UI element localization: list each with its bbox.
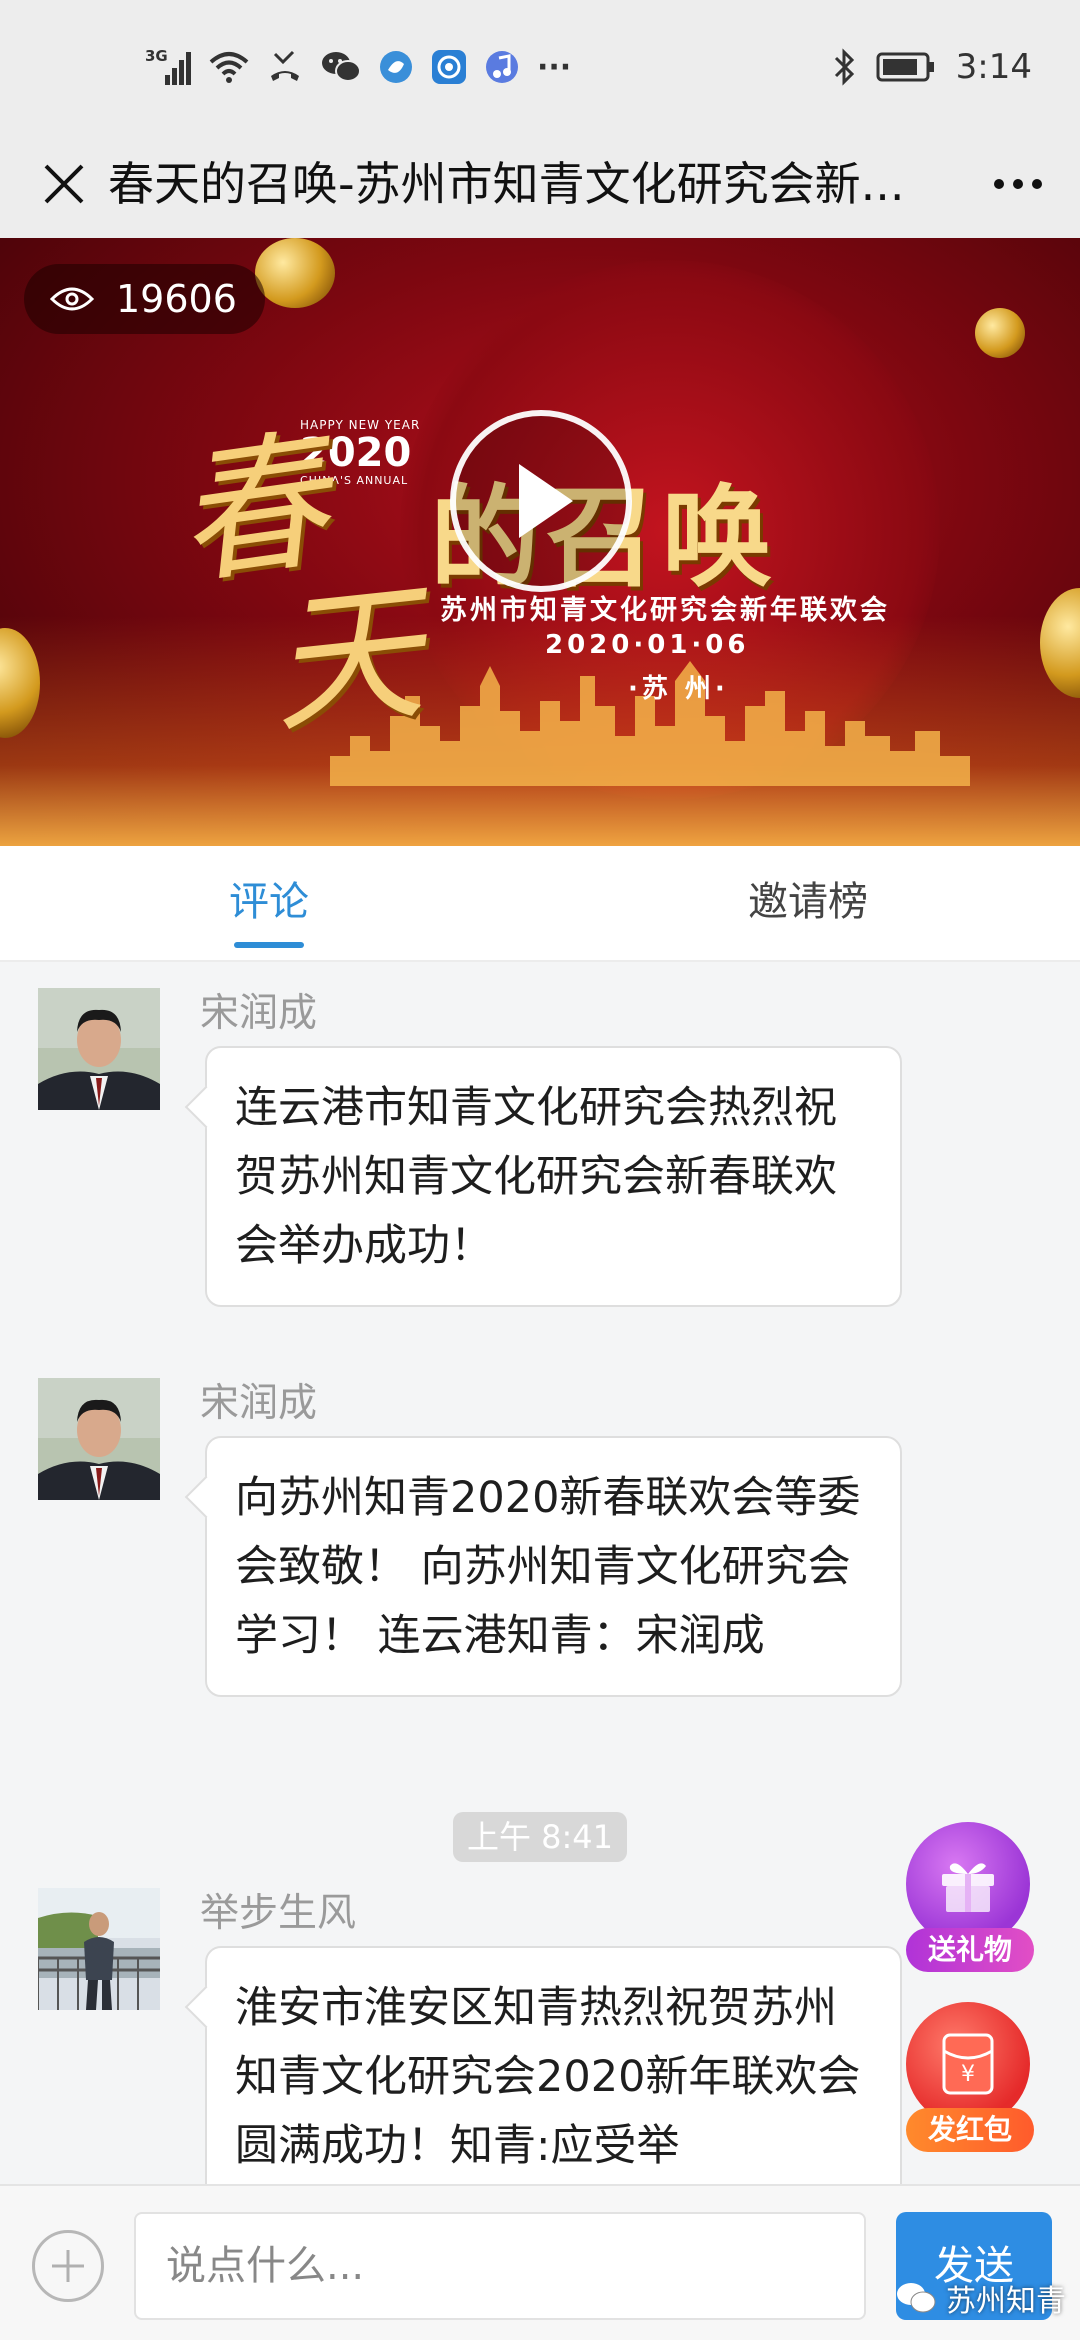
commenter-name: 宋润成 (200, 991, 318, 1036)
tab-invite-ranking[interactable]: 邀请榜 (748, 846, 868, 962)
plus-icon (52, 2250, 84, 2282)
poster-lantern (255, 238, 335, 308)
status-bar: 3G ··· 3:14 (0, 0, 1080, 130)
account-watermark: 苏州知青 (896, 2276, 1066, 2320)
play-icon (519, 464, 573, 538)
comment-item: 宋润成 连云港市知青文化研究会热烈祝贺苏州知青文化研究会新春联欢会举办成功！ (0, 962, 1080, 1342)
title-bar: 春天的召唤-苏州市知青文化研究会新... (0, 130, 1080, 238)
gift-label: 送礼物 (906, 1928, 1034, 1972)
comment-input-bar: 说点什么... 发送 苏州知青 (0, 2184, 1080, 2340)
red-packet-symbol: ¥ (961, 2062, 975, 2087)
view-count: 19606 (116, 277, 237, 321)
wifi-icon (209, 52, 249, 83)
watermark-text: 苏州知青 (946, 2284, 1066, 2319)
poster-lantern (975, 308, 1025, 358)
more-icon-dot (994, 179, 1004, 189)
comment-bubble: 向苏州知青2020新春联欢会等委会致敬！ 向苏州知青文化研究会学习！ 连云港知青… (205, 1436, 902, 1697)
add-button[interactable] (32, 2230, 104, 2302)
comment-item: 宋润成 向苏州知青2020新春联欢会等委会致敬！ 向苏州知青文化研究会学习！ 连… (0, 1352, 1080, 1822)
eye-icon (50, 287, 94, 311)
poster-date: 2020·01·06 (545, 630, 750, 660)
status-right: 3:14 (832, 42, 1032, 92)
signal-icon: 3G (145, 47, 191, 87)
clock: 3:14 (955, 47, 1032, 87)
comment-feed[interactable]: 宋润成 连云港市知青文化研究会热烈祝贺苏州知青文化研究会新春联欢会举办成功！ 宋… (0, 962, 1080, 2184)
tab-bar: 评论 邀请榜 (0, 846, 1080, 962)
wechat-icon (322, 52, 361, 82)
red-packet-label: 发红包 (906, 2108, 1034, 2152)
poster-char-tian: 天 (262, 565, 431, 755)
avatar[interactable] (38, 1378, 160, 1500)
more-notifications-icon: ··· (537, 49, 572, 85)
comment-input[interactable]: 说点什么... (134, 2212, 866, 2320)
play-button[interactable] (450, 410, 632, 592)
close-button[interactable] (30, 150, 98, 218)
avatar[interactable] (38, 988, 160, 1110)
avatar[interactable] (38, 1888, 160, 2010)
page-title: 春天的召唤-苏州市知青文化研究会新... (108, 157, 905, 211)
poster-city: ·苏 州· (628, 674, 729, 704)
missed-call-icon (271, 50, 299, 81)
more-icon-dot (1032, 179, 1042, 189)
music-icon (486, 51, 518, 83)
more-button[interactable] (984, 150, 1052, 218)
battery-icon (876, 52, 934, 82)
commenter-name: 宋润成 (200, 1381, 318, 1426)
comment-bubble: 连云港市知青文化研究会热烈祝贺苏州知青文化研究会新春联欢会举办成功！ (205, 1046, 902, 1307)
comment-bubble: 淮安市淮安区知青热烈祝贺苏州知青文化研究会2020新年联欢会圆满成功！知青:应受… (205, 1946, 902, 2184)
commenter-name: 举步生风 (200, 1891, 357, 1936)
send-red-packet-button[interactable]: ¥ 发红包 (906, 2002, 1034, 2152)
tab-active-indicator (234, 942, 304, 948)
poster-subtitle: 苏州市知青文化研究会新年联欢会 (440, 595, 890, 626)
app-icon-blue (380, 51, 412, 83)
status-left: 3G ··· (145, 42, 571, 92)
view-count-badge: 19606 (24, 264, 265, 334)
send-gift-button[interactable]: 送礼物 (906, 1822, 1034, 1972)
wechat-icon (897, 2283, 936, 2313)
video-player[interactable]: HAPPY NEW YEAR 2020 CHINA'S ANNUAL 春 天 的… (0, 238, 1080, 846)
gift-icon (942, 1863, 994, 1912)
app-icon-shield (432, 50, 466, 84)
more-icon-dot (1013, 179, 1023, 189)
close-icon (44, 164, 84, 204)
red-packet-icon: ¥ (942, 2033, 994, 2095)
bluetooth-icon (834, 48, 854, 86)
time-divider: 上午 8:41 (453, 1812, 627, 1862)
